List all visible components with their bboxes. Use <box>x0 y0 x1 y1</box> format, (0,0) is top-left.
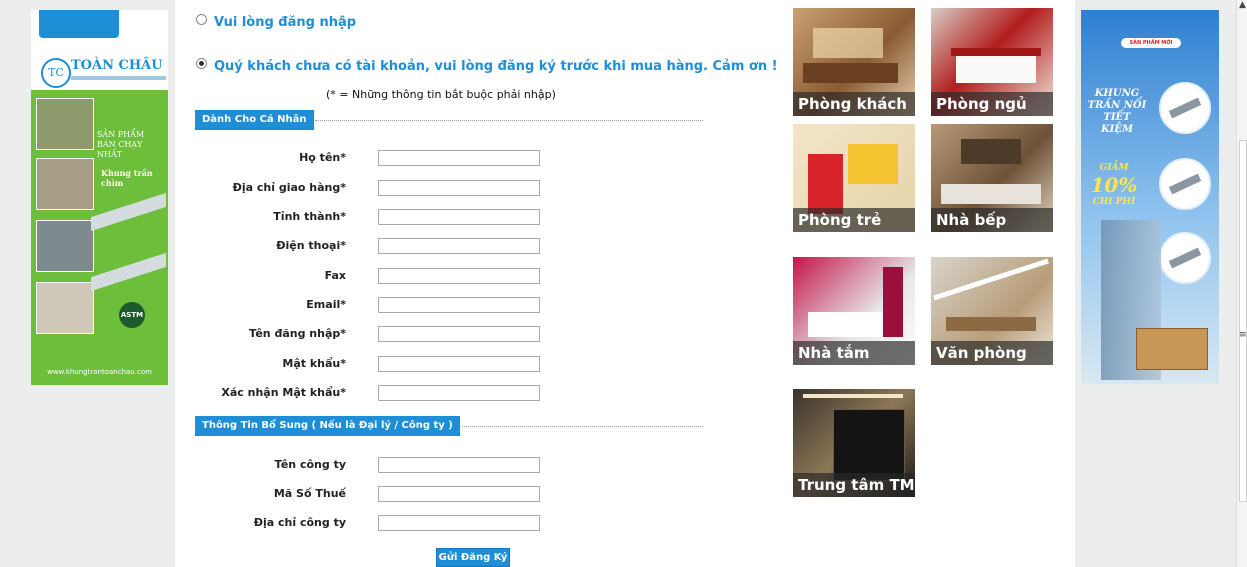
brand-subtitle-bar <box>71 76 166 80</box>
room-label: Phòng khách <box>793 92 915 116</box>
fax-label: Fax <box>324 269 346 282</box>
province-input[interactable] <box>378 209 540 225</box>
section-divider <box>462 426 703 427</box>
banner-photo <box>36 220 94 272</box>
left-ad-banner[interactable]: TC TOÀN CHÂU SẢN PHẨM BÁN CHẠY NHẤT Khun… <box>31 10 168 385</box>
username-label: Tên đăng nhập* <box>248 327 346 340</box>
banner-photo <box>36 158 94 210</box>
page-scrollbar[interactable]: ▲ ≡ <box>1236 0 1247 567</box>
room-label: Văn phòng <box>931 341 1053 365</box>
banner-tab <box>39 10 119 38</box>
banner-tagline: SẢN PHẨM BÁN CHẠY NHẤT <box>97 130 145 159</box>
required-note: (* = Những thông tin bắt buộc phải nhập) <box>326 88 556 101</box>
fullname-input[interactable] <box>378 150 540 166</box>
confirm-password-input[interactable] <box>378 385 540 401</box>
shipping-address-label: Địa chỉ giao hàng* <box>232 181 346 194</box>
company-section-title: Thông Tin Bổ Sung ( Nếu là Đại lý / Công… <box>195 416 460 436</box>
radio-register[interactable] <box>196 58 207 69</box>
scrollbar-thumb[interactable] <box>1239 140 1247 502</box>
banner-url: www.khungtrantoanchau.com <box>47 368 152 376</box>
scroll-grip-icon: ≡ <box>1239 330 1247 340</box>
room-tile-mall[interactable]: Trung tâm TM <box>793 389 915 497</box>
room-label: Phòng ngủ <box>931 92 1053 116</box>
room-tile-bedroom[interactable]: Phòng ngủ <box>931 8 1053 116</box>
radio-login[interactable] <box>196 14 207 25</box>
discount-badge: GIẢM 10% CHI PHÍ <box>1087 162 1141 208</box>
tax-code-label: Mã Số Thuế <box>273 487 346 500</box>
room-label: Nhà tắm <box>793 341 915 365</box>
register-option[interactable]: Quý khách chưa có tài khoản, vui lòng đă… <box>196 58 778 74</box>
discount-prefix: GIẢM <box>1099 163 1129 173</box>
register-option-label: Quý khách chưa có tài khoản, vui lòng đă… <box>214 59 778 74</box>
section-divider <box>315 120 703 121</box>
password-input[interactable] <box>378 356 540 372</box>
company-name-label: Tên công ty <box>274 458 346 471</box>
banner-photo <box>36 98 94 150</box>
fullname-label: Họ tên* <box>299 151 346 164</box>
confirm-password-label: Xác nhận Mật khẩu* <box>221 386 346 399</box>
brand-name: TOÀN CHÂU <box>71 58 163 73</box>
shipping-address-input[interactable] <box>378 180 540 196</box>
room-tile-kids[interactable]: Phòng trẻ <box>793 124 915 232</box>
room-label: Trung tâm TM <box>793 473 915 497</box>
phone-label: Điện thoại* <box>276 239 346 252</box>
crate-image <box>1136 328 1208 370</box>
username-input[interactable] <box>378 326 540 342</box>
company-address-label: Địa chỉ công ty <box>253 516 346 529</box>
company-name-input[interactable] <box>378 457 540 473</box>
brand-logo-icon: TC <box>41 58 71 88</box>
fax-input[interactable] <box>378 268 540 284</box>
room-label: Nhà bếp <box>931 208 1053 232</box>
company-address-input[interactable] <box>378 515 540 531</box>
login-option[interactable]: Vui lòng đăng nhập <box>196 14 356 30</box>
phone-input[interactable] <box>378 238 540 254</box>
ceiling-profile-icon <box>1159 82 1211 134</box>
room-tile-office[interactable]: Văn phòng <box>931 257 1053 365</box>
email-label: Email* <box>306 298 346 311</box>
room-tile-bathroom[interactable]: Nhà tắm <box>793 257 915 365</box>
email-input[interactable] <box>378 297 540 313</box>
scroll-up-icon[interactable]: ▲ <box>1239 0 1246 10</box>
discount-suffix: CHI PHÍ <box>1092 197 1136 207</box>
banner-product: Khung trần chìm <box>101 168 153 188</box>
submit-registration-button[interactable]: Gửi Đăng Ký <box>436 548 510 567</box>
ceiling-rail-image <box>91 252 166 292</box>
ceiling-rail-image <box>91 192 166 232</box>
banner-photo <box>36 282 94 334</box>
room-label: Phòng trẻ <box>793 208 915 232</box>
ceiling-profile-icon <box>1159 158 1211 210</box>
ceiling-profile-icon <box>1159 232 1211 284</box>
discount-percent: 10% <box>1090 173 1138 197</box>
new-product-tag: SẢN PHẨM MỚI <box>1121 38 1181 48</box>
right-ad-banner[interactable]: SẢN PHẨM MỚI KHUNG TRẦN NỔI TIẾT KIỆM GI… <box>1081 10 1219 384</box>
room-tile-living[interactable]: Phòng khách <box>793 8 915 116</box>
personal-section-title: Dành Cho Cá Nhân <box>195 110 314 130</box>
room-tile-kitchen[interactable]: Nhà bếp <box>931 124 1053 232</box>
province-label: Tỉnh thành* <box>273 210 346 223</box>
astm-badge-icon: ASTM <box>119 302 145 328</box>
tax-code-input[interactable] <box>378 486 540 502</box>
login-option-label: Vui lòng đăng nhập <box>214 15 357 30</box>
password-label: Mật khẩu* <box>282 357 346 370</box>
banner-title: KHUNG TRẦN NỔI TIẾT KIỆM <box>1087 88 1147 135</box>
